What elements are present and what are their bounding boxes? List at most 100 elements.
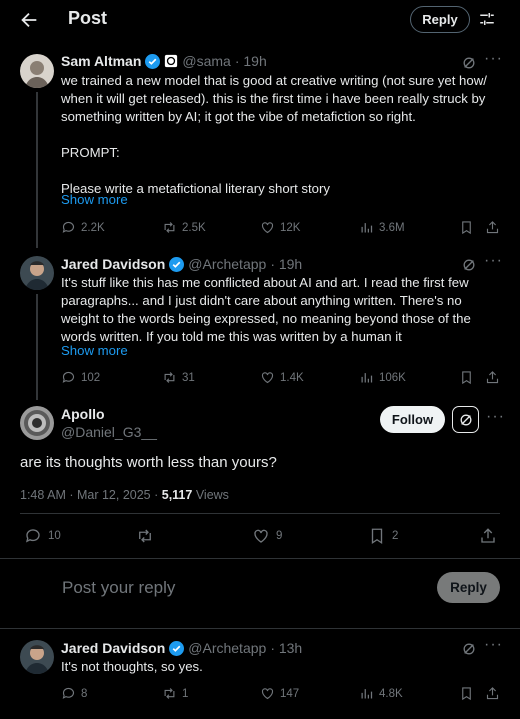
analytics-icon [361,373,373,383]
heart-icon [254,529,268,543]
reply-action[interactable]: 2.2K [61,220,105,235]
repost-count: 1 [182,687,189,700]
grok-icon[interactable] [462,258,476,272]
like-count: 9 [276,530,283,542]
like-action[interactable]: 12K [260,220,300,235]
grok-icon[interactable] [462,642,476,656]
repost-icon [164,688,175,699]
reply-icon [62,371,75,383]
bookmark-icon [371,528,383,545]
views-count: 5,117 [161,488,193,502]
back-arrow-icon[interactable] [18,9,40,31]
post-text: we trained a new model that is good at c… [61,73,487,196]
post-time[interactable]: · 19h [235,53,267,69]
repost-action[interactable]: 2.5K [162,220,206,235]
reply-input[interactable]: Post your reply [62,578,175,598]
views-action[interactable]: 3.6M [359,220,405,235]
tune-icon[interactable] [478,10,496,28]
avatar[interactable] [20,256,54,290]
grok-icon [460,414,471,425]
heart-icon [261,222,274,234]
heart-icon [261,688,274,700]
view-count: 4.8K [379,687,403,700]
bookmark-count: 2 [392,530,399,542]
like-count: 12K [280,221,301,234]
reply-composer: Post your reply Reply [0,559,520,629]
bookmark-icon[interactable] [459,220,474,235]
share-icon[interactable] [479,527,497,545]
views-action[interactable]: 4.8K [359,686,403,701]
reply-count: 8 [81,687,88,700]
reply-icon [62,221,75,233]
avatar[interactable] [20,406,54,440]
tweet-jared-davidson[interactable]: Jared Davidson @Archetapp · 19h ··· It's… [0,248,520,400]
page-title: Post [68,8,108,28]
view-count: 106K [379,371,406,384]
post-timestamp[interactable]: 1:48 AM · Mar 12, 2025 · [20,488,162,502]
grok-button[interactable] [452,406,479,433]
page-header: Post Reply [0,0,520,40]
grok-icon[interactable] [462,56,476,70]
reply-submit-button[interactable]: Reply [437,572,500,603]
post-time[interactable]: · 19h [270,256,302,272]
affiliate-badge-icon [164,54,178,68]
follow-button[interactable]: Follow [380,406,445,433]
views-action[interactable]: 106K [359,370,406,385]
author-handle[interactable]: @Archetapp [188,256,266,272]
post-meta: 1:48 AM · Mar 12, 2025 · 5,117 Views [20,488,229,502]
reply-icon [25,529,40,543]
view-count: 3.6M [379,221,405,234]
analytics-icon [361,689,373,699]
share-icon[interactable] [485,686,500,701]
main-post-text: are its thoughts worth less than yours? [20,454,277,471]
views-label: Views [192,488,229,502]
like-action[interactable]: 1.4K [260,370,304,385]
author-handle[interactable]: @Archetapp [188,640,266,656]
show-more-link[interactable]: Show more [61,192,128,207]
reply-count: 2.2K [81,221,105,234]
repost-action[interactable]: 31 [162,370,195,385]
repost-icon [139,529,151,543]
repost-action[interactable]: 1 [162,686,188,701]
bookmark-icon[interactable] [459,370,474,385]
avatar[interactable] [20,640,54,674]
verified-badge-icon [169,256,185,272]
reply-jared-davidson[interactable]: Jared Davidson @Archetapp · 13h ··· It's… [0,632,520,719]
bookmark-action[interactable]: 2 [368,527,398,545]
verified-badge-icon [169,640,185,656]
repost-icon [164,222,175,233]
post-time[interactable]: · 13h [270,640,302,656]
repost-count: 31 [182,371,195,384]
author-handle[interactable]: @sama [182,53,230,69]
like-count: 147 [280,687,300,700]
author-handle[interactable]: @Daniel_G3__ [61,424,157,440]
author-name[interactable]: Sam Altman [61,53,141,69]
reply-count: 102 [81,371,101,384]
like-action[interactable]: 147 [260,686,299,701]
tweet-sam-altman[interactable]: Sam Altman @sama · 19h ··· we trained a … [0,44,520,248]
author-name[interactable]: Apollo [61,406,105,422]
reply-button-top[interactable]: Reply [410,6,470,33]
reply-action[interactable]: 10 [24,527,61,545]
reply-action[interactable]: 102 [61,370,100,385]
more-options-icon[interactable]: ··· [486,408,505,426]
verified-badge-icon [145,53,161,69]
share-icon[interactable] [485,220,500,235]
more-options-icon[interactable]: ··· [484,636,503,654]
reply-action[interactable]: 8 [61,686,87,701]
bookmark-icon[interactable] [459,686,474,701]
share-icon[interactable] [485,370,500,385]
author-name[interactable]: Jared Davidson [61,256,165,272]
avatar[interactable] [20,54,54,88]
show-more-link[interactable]: Show more [61,343,128,358]
heart-icon [261,372,274,384]
more-options-icon[interactable]: ··· [484,252,503,270]
reply-icon [62,687,75,699]
more-options-icon[interactable]: ··· [484,50,503,68]
author-name[interactable]: Jared Davidson [61,640,165,656]
repost-action[interactable] [136,527,154,545]
like-action[interactable]: 9 [252,527,282,545]
repost-count: 2.5K [182,221,206,234]
reply-count: 10 [48,530,61,542]
like-count: 1.4K [280,371,304,384]
